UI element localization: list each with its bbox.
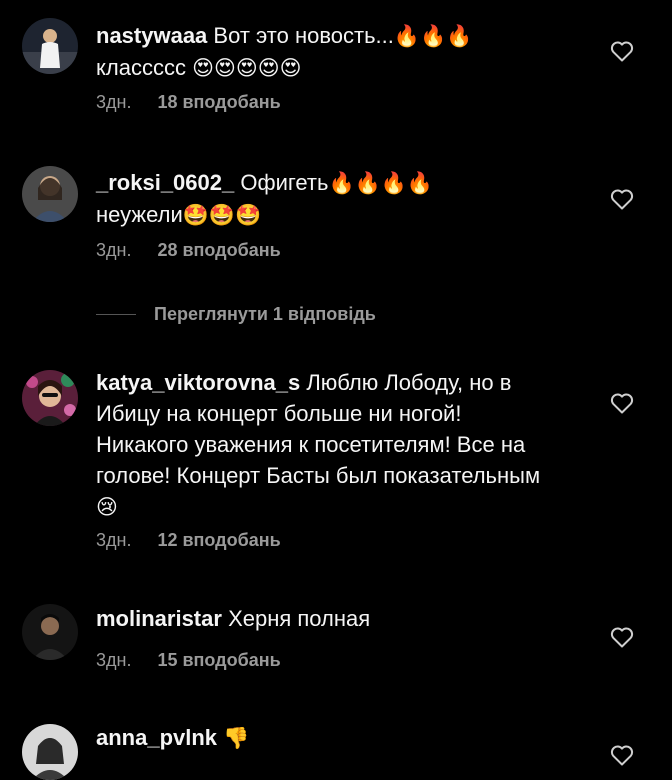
crying-face-emoji: 😢 (96, 495, 118, 519)
heart-outline-icon[interactable] (610, 744, 634, 766)
comment-username[interactable]: _roksi_0602_ (96, 170, 234, 195)
avatar-photo-icon (22, 370, 78, 426)
comment-text: nastywaaa Вот это новость...🔥🔥🔥 классссс… (96, 20, 566, 84)
avatar[interactable] (22, 370, 78, 426)
comment-username[interactable]: anna_pvlnk (96, 725, 217, 750)
comment-time: 3дн. (96, 92, 132, 112)
replies-divider (96, 314, 136, 315)
comment-username[interactable]: katya_viktorovna_s (96, 370, 300, 395)
comment-text: _roksi_0602_ Офигеть🔥🔥🔥🔥 неужели🤩🤩🤩 (96, 167, 566, 231)
avatar-photo-icon (22, 166, 78, 222)
thumbs-down-emoji: 👎 (223, 726, 250, 750)
comment-username[interactable]: molinaristar (96, 606, 222, 631)
heart-outline-icon[interactable] (610, 40, 634, 62)
avatar-photo-icon (22, 18, 78, 74)
avatar-photo-icon (22, 724, 78, 780)
likes-count[interactable]: 15 вподобань (157, 650, 280, 671)
heart-outline-icon[interactable] (610, 626, 634, 648)
view-replies-button[interactable]: Переглянути 1 відповідь (96, 304, 376, 325)
likes-count[interactable]: 28 вподобань (157, 240, 280, 261)
comment-meta: 3дн. 28 вподобань (96, 240, 281, 261)
comment-message: неужели (96, 202, 183, 227)
likes-count[interactable]: 18 вподобань (157, 92, 280, 113)
comment-time: 3дн. (96, 650, 132, 670)
comment-username[interactable]: nastywaaa (96, 23, 207, 48)
heart-outline-icon[interactable] (610, 188, 634, 210)
fire-emoji: 🔥🔥🔥🔥 (328, 171, 434, 195)
comment-meta: 3дн. 12 вподобань (96, 530, 281, 551)
comment-time: 3дн. (96, 530, 132, 550)
comment-message: Херня полная (228, 606, 371, 631)
avatar[interactable] (22, 166, 78, 222)
view-replies-label: Переглянути 1 відповідь (154, 304, 376, 324)
comment-text: katya_viktorovna_s Люблю Лободу, но в Иб… (96, 367, 546, 523)
comment-message: Вот это новость... (213, 23, 394, 48)
comment-message: классссс (96, 55, 186, 80)
star-struck-emoji: 🤩🤩🤩 (182, 203, 262, 227)
avatar[interactable] (22, 724, 78, 780)
comment-time: 3дн. (96, 240, 132, 260)
comment-message: Офигеть (240, 170, 329, 195)
avatar[interactable] (22, 604, 78, 660)
comment-text: anna_pvlnk 👎 (96, 722, 566, 754)
comment-text: molinaristar Херня полная (96, 603, 566, 634)
likes-count[interactable]: 12 вподобань (157, 530, 280, 551)
fire-emoji: 🔥🔥🔥 (393, 24, 473, 48)
comment-meta: 3дн. 15 вподобань (96, 650, 281, 671)
heart-outline-icon[interactable] (610, 392, 634, 414)
avatar[interactable] (22, 18, 78, 74)
avatar-photo-icon (22, 604, 78, 660)
comment-meta: 3дн. 18 вподобань (96, 92, 281, 113)
heart-eyes-emoji: 😍😍😍😍😍 (192, 56, 302, 80)
